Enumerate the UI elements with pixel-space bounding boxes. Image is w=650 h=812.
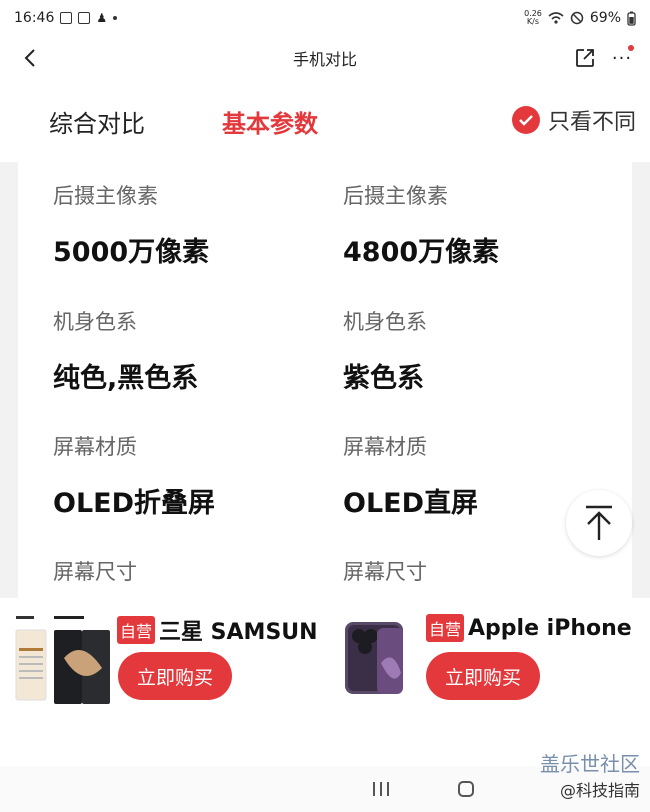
- more-notifications-icon: [113, 16, 118, 20]
- only-diff-label: 只看不同: [547, 110, 636, 135]
- recent-bar: [387, 782, 389, 796]
- buy-now-button[interactable]: 立即购买: [426, 652, 540, 700]
- watermark: 盖乐世社区 @科技指南: [540, 748, 640, 801]
- home-button[interactable]: [458, 781, 474, 797]
- battery-icon: [627, 11, 636, 26]
- spec-label: 屏幕材质: [53, 435, 137, 459]
- chevron-left-icon: [24, 49, 35, 67]
- tab-bar: 综合对比 基本参数 只看不同: [0, 80, 650, 162]
- more-button[interactable]: ···: [608, 45, 636, 71]
- spec-label: 屏幕尺寸: [53, 560, 137, 584]
- only-diff-toggle[interactable]: 只看不同: [511, 104, 636, 136]
- spec-row: 机身色系 纯色,黑色系 机身色系 紫色系: [18, 287, 632, 412]
- system-nav-bar: 盖乐世社区 @科技指南: [0, 752, 650, 812]
- spec-row: 屏幕材质 OLED折叠屏 屏幕材质 OLED直屏: [18, 412, 632, 537]
- spec-cell-left: 后摄主像素 5000万像素: [53, 162, 209, 269]
- product-name: 三星 SAMSUN: [159, 620, 318, 645]
- product-title[interactable]: 自营 Apple iPhone: [426, 614, 632, 642]
- spec-cell-left: 机身色系 纯色,黑色系: [53, 287, 198, 395]
- spec-value: 4800万像素: [343, 237, 500, 268]
- product-name: Apple iPhone: [468, 615, 632, 641]
- share-button[interactable]: [572, 45, 598, 71]
- figure-icon: ♟: [96, 11, 108, 25]
- spec-cell-right: 机身色系 紫色系: [343, 287, 427, 395]
- self-operated-badge: 自营: [117, 616, 156, 644]
- spec-label: 后摄主像素: [53, 184, 158, 208]
- spec-row: 后摄主像素 5000万像素 后摄主像素 4800万像素: [18, 162, 632, 287]
- recent-bar: [380, 782, 382, 796]
- spec-cell-left: 屏幕材质 OLED折叠屏: [53, 412, 215, 520]
- bag-icon: [78, 12, 91, 24]
- product-image-iphone: [345, 622, 403, 694]
- tab-overall-comparison[interactable]: 综合对比: [49, 104, 145, 139]
- tab-basic-params[interactable]: 基本参数: [222, 104, 318, 139]
- net-speed: 0.26 K/s: [524, 10, 542, 26]
- self-operated-badge: 自营: [426, 614, 465, 642]
- spec-label: 屏幕材质: [343, 435, 427, 459]
- gallery-icon: [60, 12, 73, 24]
- spec-cell-right: 屏幕材质 OLED直屏: [343, 412, 478, 520]
- do-not-disturb-icon: [570, 11, 584, 25]
- spec-label: 机身色系: [53, 310, 137, 334]
- spec-value: 纯色,黑色系: [53, 363, 199, 394]
- status-left: 16:46 ♟: [14, 10, 118, 26]
- status-bar: 16:46 ♟ 0.26 K/s 69%: [0, 0, 650, 36]
- buy-now-button[interactable]: 立即购买: [118, 652, 232, 700]
- product-bar: 自营 三星 SAMSUN 立即购买 自营 Apple iPhone 立即购买: [0, 598, 650, 766]
- product-title[interactable]: 自营 三星 SAMSUN: [117, 614, 318, 646]
- product-card[interactable]: 自营 Apple iPhone 立即购买: [325, 598, 650, 766]
- back-button[interactable]: [16, 44, 44, 72]
- watermark-line2: @科技指南: [559, 781, 640, 800]
- notification-dot: [628, 45, 634, 51]
- spec-row: 屏幕尺寸 屏幕尺寸: [18, 537, 632, 598]
- battery-level: 69%: [589, 10, 621, 26]
- spec-label: 屏幕尺寸: [343, 560, 427, 584]
- spec-value: OLED折叠屏: [53, 488, 216, 519]
- spec-label: 后摄主像素: [343, 184, 448, 208]
- watermark-line1: 盖乐世社区: [540, 752, 640, 776]
- share-icon: [576, 49, 594, 67]
- product-image-samsung: [14, 608, 114, 708]
- net-speed-unit: K/s: [526, 17, 540, 26]
- scroll-to-top-button[interactable]: [566, 490, 632, 556]
- recent-bar: [373, 782, 375, 796]
- arrow-up-icon: [586, 505, 612, 540]
- spec-value: OLED直屏: [343, 488, 479, 519]
- spec-value: 5000万像素: [53, 237, 210, 268]
- product-card[interactable]: 自营 三星 SAMSUN 立即购买: [0, 598, 325, 766]
- spec-cell-right: 后摄主像素 4800万像素: [343, 162, 499, 269]
- page-title: 手机对比: [292, 50, 357, 69]
- spec-cell-left: 屏幕尺寸: [53, 537, 137, 598]
- nav-bar: 手机对比 ···: [0, 36, 650, 80]
- wifi-icon: [548, 12, 564, 24]
- status-right: 0.26 K/s 69%: [524, 10, 636, 26]
- spec-value: 紫色系: [343, 363, 424, 394]
- status-time: 16:46: [14, 10, 55, 26]
- check-icon: [511, 106, 540, 134]
- spec-comparison-list[interactable]: 后摄主像素 5000万像素 后摄主像素 4800万像素 机身色系 纯色,黑色系 …: [18, 162, 632, 598]
- spec-cell-right: 屏幕尺寸: [343, 537, 427, 598]
- spec-label: 机身色系: [343, 310, 427, 334]
- recent-apps-button[interactable]: [373, 782, 389, 796]
